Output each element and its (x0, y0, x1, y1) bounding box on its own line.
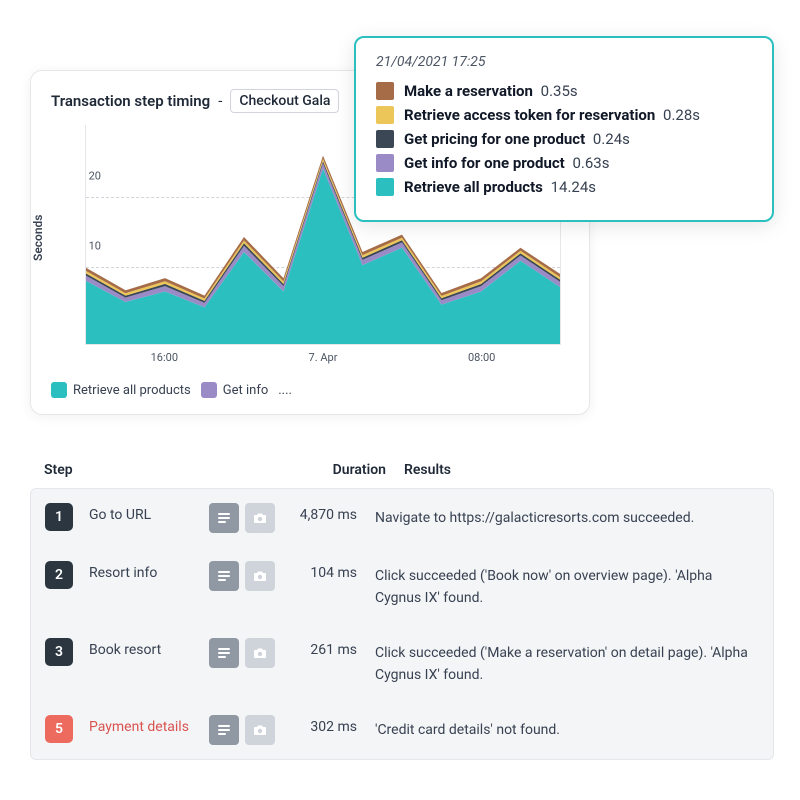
x-tick: 16:00 (85, 351, 244, 364)
step-number-badge: 3 (45, 638, 73, 666)
legend-label: Retrieve all products (73, 383, 191, 398)
step-number-badge: 2 (45, 561, 73, 589)
log-icon[interactable] (209, 715, 239, 745)
step-name[interactable]: Payment details (89, 715, 209, 735)
step-number-badge: 1 (45, 503, 73, 531)
tooltip-label: Retrieve access token for reservation (404, 106, 655, 124)
tooltip-row: Retrieve access token for reservation 0.… (376, 106, 752, 124)
legend-row: Retrieve all products Get info .... (51, 382, 569, 398)
tooltip-label: Retrieve all products (404, 178, 543, 196)
legend-swatch (201, 382, 217, 398)
log-icon[interactable] (209, 561, 239, 591)
legend-swatch (51, 382, 67, 398)
title-divider: - (218, 92, 222, 110)
tooltip-swatch (376, 178, 394, 196)
legend-ellipsis[interactable]: .... (278, 383, 292, 398)
log-icon[interactable] (209, 638, 239, 668)
step-name[interactable]: Book resort (89, 638, 209, 658)
tooltip-swatch (376, 154, 394, 172)
step-duration: 4,870 ms (275, 503, 375, 523)
tooltip-label: Get info for one product (404, 154, 565, 172)
tooltip-timestamp: 21/04/2021 17:25 (376, 54, 752, 70)
table-row: 1 Go to URL 4,870 msNavigate to https://ga… (31, 489, 773, 547)
step-duration: 261 ms (275, 638, 375, 658)
col-results-header: Results (404, 462, 760, 478)
x-tick: 7. Apr (244, 351, 403, 364)
chart-tooltip: 21/04/2021 17:25 Make a reservation 0.35… (354, 36, 774, 222)
step-duration: 104 ms (275, 561, 375, 581)
tooltip-swatch (376, 106, 394, 124)
step-result: Click succeeded ('Make a reservation' on… (375, 638, 759, 687)
legend-item[interactable]: Get info (201, 382, 269, 398)
camera-icon[interactable] (245, 503, 275, 533)
step-actions (209, 638, 275, 668)
tooltip-value: 14.24s (547, 178, 596, 196)
step-actions (209, 503, 275, 533)
table-row: 3 Book resort 261 msClick succeeded ('Make… (31, 624, 773, 701)
tooltip-value: 0.28s (659, 106, 700, 124)
tooltip-value: 0.24s (589, 130, 630, 148)
step-result: Click succeeded ('Book now' on overview … (375, 561, 759, 610)
y-axis-label: Seconds (31, 215, 45, 261)
camera-icon[interactable] (245, 715, 275, 745)
step-actions (209, 561, 275, 591)
tooltip-value: 0.63s (569, 154, 610, 172)
table-row: 2 Resort info 104 msClick succeeded ('Book… (31, 547, 773, 624)
tooltip-label: Make a reservation (404, 82, 533, 100)
table-row: 5 Payment details 302 ms'Credit card detai… (31, 701, 773, 759)
log-icon[interactable] (209, 503, 239, 533)
x-axis-ticks: 16:00 7. Apr 08:00 (85, 351, 561, 364)
col-duration-header: Duration (304, 462, 404, 478)
step-result: Navigate to https://galacticresorts.com … (375, 503, 759, 529)
step-number-badge: 5 (45, 715, 73, 743)
tooltip-value: 0.35s (537, 82, 578, 100)
camera-icon[interactable] (245, 638, 275, 668)
tooltip-label: Get pricing for one product (404, 130, 585, 148)
card-title: Transaction step timing (51, 92, 210, 110)
legend-item[interactable]: Retrieve all products (51, 382, 191, 398)
x-tick: 08:00 (402, 351, 561, 364)
step-duration: 302 ms (275, 715, 375, 735)
step-actions (209, 715, 275, 745)
step-name[interactable]: Resort info (89, 561, 209, 581)
tooltip-row: Make a reservation 0.35s (376, 82, 752, 100)
tooltip-swatch (376, 130, 394, 148)
legend-label: Get info (223, 383, 269, 398)
step-name[interactable]: Go to URL (89, 503, 209, 523)
table-header: Step Duration Results (30, 452, 774, 488)
step-result: 'Credit card details' not found. (375, 715, 759, 741)
col-step-header: Step (44, 462, 304, 478)
tooltip-swatch (376, 82, 394, 100)
tooltip-row: Retrieve all products 14.24s (376, 178, 752, 196)
tooltip-row: Get info for one product 0.63s (376, 154, 752, 172)
camera-icon[interactable] (245, 561, 275, 591)
check-dropdown[interactable]: Checkout Gala (230, 89, 339, 113)
steps-panel: Step Duration Results 1 Go to URL 4,870 ms… (30, 452, 774, 760)
tooltip-row: Get pricing for one product 0.24s (376, 130, 752, 148)
